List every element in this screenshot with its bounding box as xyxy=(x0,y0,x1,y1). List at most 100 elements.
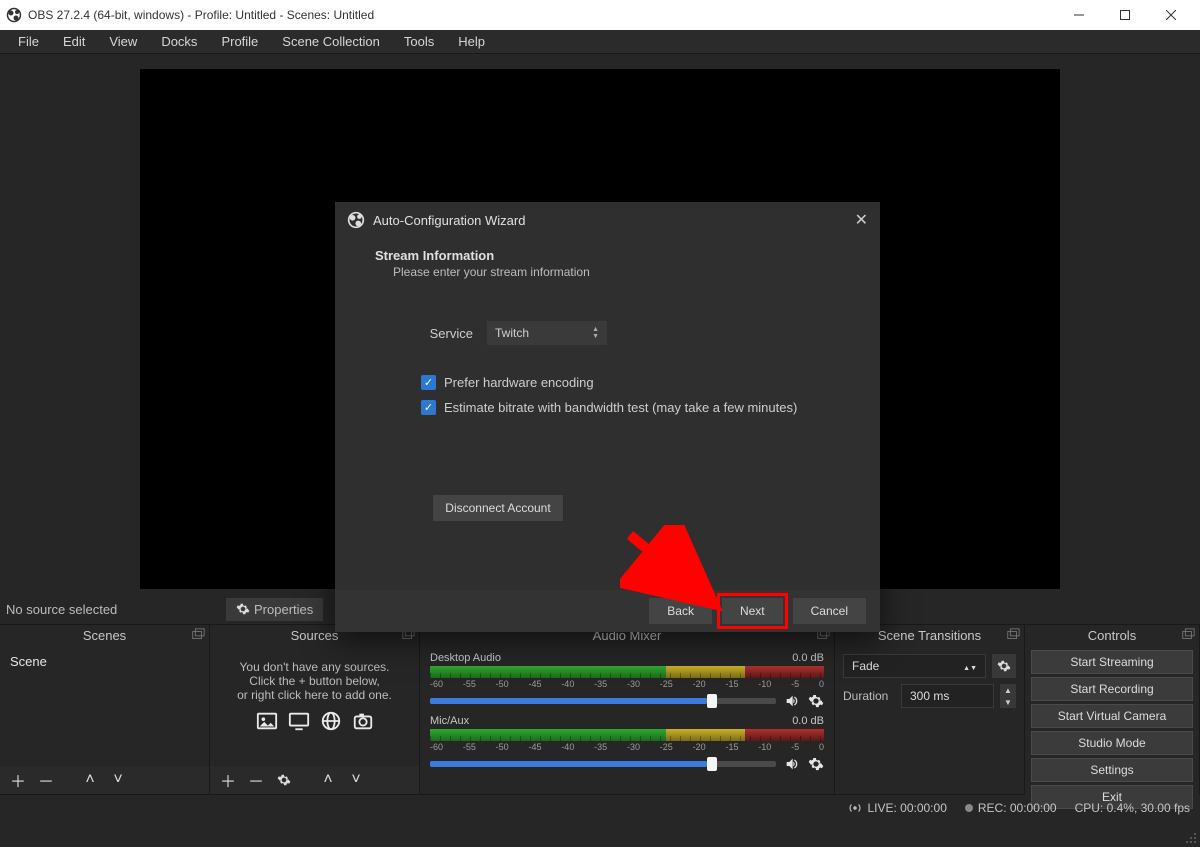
scene-add-button[interactable]: ＋ xyxy=(6,769,30,791)
scene-down-button[interactable]: ˅ xyxy=(106,769,130,791)
dialog-close-button[interactable]: ✕ xyxy=(855,210,868,230)
dialog-footer: Back Next Cancel xyxy=(335,590,880,632)
menu-help[interactable]: Help xyxy=(446,31,497,52)
dialog-titlebar: Auto-Configuration Wizard ✕ xyxy=(335,202,880,238)
menubar: File Edit View Docks Profile Scene Colle… xyxy=(0,30,1200,54)
globe-icon xyxy=(318,710,344,732)
scene-remove-button[interactable]: － xyxy=(34,769,58,791)
sources-empty-1: You don't have any sources. xyxy=(240,660,390,674)
obs-logo-icon xyxy=(347,211,365,229)
sources-empty-2: Click the + button below, xyxy=(249,674,379,688)
properties-button[interactable]: Properties xyxy=(226,598,323,621)
source-down-button[interactable]: ˅ xyxy=(344,769,368,791)
audio-mixer-panel: Audio Mixer Desktop Audio0.0 dB -60-55-5… xyxy=(420,624,835,794)
popout-icon[interactable] xyxy=(1006,628,1020,642)
prefer-hardware-checkbox[interactable]: ✓ Prefer hardware encoding xyxy=(421,375,856,390)
start-recording-button[interactable]: Start Recording xyxy=(1031,677,1193,701)
properties-label: Properties xyxy=(254,602,313,617)
service-label: Service xyxy=(421,326,473,341)
window-titlebar: OBS 27.2.4 (64-bit, windows) - Profile: … xyxy=(0,0,1200,30)
scenes-list[interactable]: Scene xyxy=(0,646,209,766)
level-meter xyxy=(430,666,824,678)
maximize-button[interactable] xyxy=(1102,0,1148,30)
no-source-label: No source selected xyxy=(6,602,226,617)
menu-profile[interactable]: Profile xyxy=(209,31,270,52)
checkbox-checked-icon: ✓ xyxy=(421,400,436,415)
start-virtual-camera-button[interactable]: Start Virtual Camera xyxy=(1031,704,1193,728)
broadcast-icon xyxy=(848,801,862,815)
checkbox-label: Prefer hardware encoding xyxy=(444,375,594,390)
resize-grip-icon[interactable] xyxy=(1184,831,1198,845)
transitions-body: Fade▲▼ Duration 300 ms ▲▼ xyxy=(835,646,1024,794)
source-remove-button[interactable]: － xyxy=(244,769,268,791)
duration-field[interactable]: 300 ms xyxy=(901,684,994,708)
controls-panel: Controls Start Streaming Start Recording… xyxy=(1025,624,1200,794)
service-select[interactable]: Twitch▲▼ xyxy=(487,321,607,345)
mixer-body: Desktop Audio 0.0 dB -60-55-50-45-40-35-3… xyxy=(420,646,834,794)
source-add-button[interactable]: ＋ xyxy=(216,769,240,791)
popout-icon[interactable] xyxy=(1181,628,1195,642)
volume-slider[interactable] xyxy=(430,761,776,767)
speaker-icon[interactable] xyxy=(782,693,802,709)
status-rec: REC: 00:00:00 xyxy=(965,801,1057,815)
scenes-tools: ＋ － ˄ ˅ xyxy=(0,766,209,794)
sources-panel: Sources You don't have any sources. Clic… xyxy=(210,624,420,794)
sources-list[interactable]: You don't have any sources. Click the + … xyxy=(210,646,419,766)
source-settings-button[interactable] xyxy=(272,769,296,791)
menu-edit[interactable]: Edit xyxy=(51,31,97,52)
sources-empty-3: or right click here to add one. xyxy=(237,688,392,702)
menu-tools[interactable]: Tools xyxy=(392,31,446,52)
checkbox-checked-icon: ✓ xyxy=(421,375,436,390)
menu-docks[interactable]: Docks xyxy=(149,31,209,52)
auto-config-wizard-dialog: Auto-Configuration Wizard ✕ Stream Infor… xyxy=(335,202,880,632)
studio-mode-button[interactable]: Studio Mode xyxy=(1031,731,1193,755)
menu-file[interactable]: File xyxy=(6,31,51,52)
panels-row: Scenes Scene ＋ － ˄ ˅ Sources You don't h… xyxy=(0,624,1200,794)
status-cpu: CPU: 0.4%, 30.00 fps xyxy=(1075,801,1190,815)
monitor-icon xyxy=(286,710,312,732)
mixer-db: 0.0 dB xyxy=(792,652,824,664)
close-button[interactable] xyxy=(1148,0,1194,30)
menu-view[interactable]: View xyxy=(97,31,149,52)
back-button[interactable]: Back xyxy=(649,598,712,624)
mixer-name: Mic/Aux xyxy=(430,715,469,727)
speaker-icon[interactable] xyxy=(782,756,802,772)
gear-icon[interactable] xyxy=(808,693,824,709)
dialog-subtitle: Please enter your stream information xyxy=(393,265,856,279)
dialog-title: Auto-Configuration Wizard xyxy=(373,213,525,228)
scene-up-button[interactable]: ˄ xyxy=(78,769,102,791)
settings-button[interactable]: Settings xyxy=(1031,758,1193,782)
controls-body: Start Streaming Start Recording Start Vi… xyxy=(1025,646,1199,813)
estimate-bitrate-checkbox[interactable]: ✓ Estimate bitrate with bandwidth test (… xyxy=(421,400,856,415)
duration-label: Duration xyxy=(843,689,895,703)
disconnect-account-button[interactable]: Disconnect Account xyxy=(433,495,563,521)
start-streaming-button[interactable]: Start Streaming xyxy=(1031,650,1193,674)
duration-spinner[interactable]: ▲▼ xyxy=(1000,684,1016,708)
dialog-body: Stream Information Please enter your str… xyxy=(335,238,880,590)
popout-icon[interactable] xyxy=(191,628,205,642)
cancel-button[interactable]: Cancel xyxy=(793,598,866,624)
transition-settings-button[interactable] xyxy=(992,654,1016,678)
statusbar: LIVE: 00:00:00 REC: 00:00:00 CPU: 0.4%, … xyxy=(0,794,1200,820)
transitions-panel: Scene Transitions Fade▲▼ Duration 300 ms… xyxy=(835,624,1025,794)
gear-icon[interactable] xyxy=(808,756,824,772)
gear-icon xyxy=(997,659,1011,673)
scene-item[interactable]: Scene xyxy=(0,646,209,677)
source-type-icons xyxy=(254,710,376,732)
minimize-button[interactable] xyxy=(1056,0,1102,30)
scenes-title: Scenes xyxy=(0,624,209,646)
transition-select[interactable]: Fade▲▼ xyxy=(843,654,986,678)
chevron-icon: ▲▼ xyxy=(592,326,599,340)
source-up-button[interactable]: ˄ xyxy=(316,769,340,791)
next-button[interactable]: Next xyxy=(722,598,783,624)
scenes-panel: Scenes Scene ＋ － ˄ ˅ xyxy=(0,624,210,794)
mixer-name: Desktop Audio xyxy=(430,652,501,664)
dialog-heading: Stream Information xyxy=(375,248,856,263)
mixer-scale: -60-55-50-45-40-35-30-25-20-15-10-50 xyxy=(430,679,824,689)
volume-slider[interactable] xyxy=(430,698,776,704)
image-icon xyxy=(254,710,280,732)
sources-tools: ＋ － ˄ ˅ xyxy=(210,766,419,794)
menu-scene-collection[interactable]: Scene Collection xyxy=(270,31,392,52)
controls-title: Controls xyxy=(1025,624,1199,646)
obs-logo-icon xyxy=(6,7,22,23)
